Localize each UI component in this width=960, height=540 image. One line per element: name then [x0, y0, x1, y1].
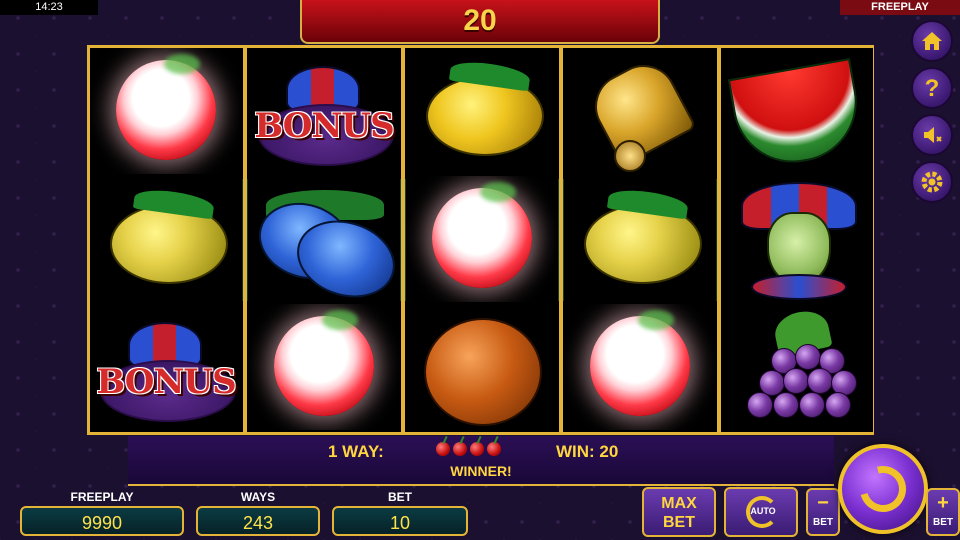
grape [799, 392, 825, 418]
ways-value: 243 [196, 506, 320, 536]
reel-5 [721, 48, 873, 432]
freeplay-label: FREEPLAY [70, 490, 134, 504]
bet-decrease-label: BET [813, 517, 833, 528]
cherry-icon [436, 442, 450, 456]
orange-icon [424, 318, 542, 426]
reel-2: BONUS [248, 48, 400, 432]
lemon-icon [584, 204, 702, 284]
cherry-glow-icon [590, 316, 690, 416]
lemon-icon [426, 76, 544, 156]
joker-icon [737, 182, 857, 300]
reel-divider [401, 48, 405, 432]
spin-button[interactable] [838, 444, 928, 534]
bell-clapper [614, 140, 646, 172]
reel-1: BONUS [90, 48, 242, 432]
home-button[interactable] [911, 20, 953, 62]
freeplay-balance: 9990 [20, 506, 184, 536]
bet-label: BET [388, 490, 412, 504]
ways-won-label: 1 WAY: [328, 442, 384, 461]
cherry-icon [487, 442, 501, 456]
grape [825, 392, 851, 418]
reel-grid: BONUS BONUS [87, 45, 874, 435]
grape [773, 392, 799, 418]
symbol-cherry-glow [248, 304, 400, 430]
cherry-icon [453, 442, 467, 456]
win-info-bar: 1 WAY: WIN: 20 WINNER! [128, 436, 834, 486]
cherry-glow-icon [116, 60, 216, 160]
reel-4 [564, 48, 716, 432]
sound-muted-icon [924, 127, 942, 143]
symbol-grapes [721, 304, 873, 430]
cherry-icon [470, 442, 484, 456]
bet-increase-button[interactable]: + BET [926, 488, 960, 536]
bet-increase-label: BET [933, 517, 953, 528]
top-win-display: 20 [300, 0, 660, 44]
winning-symbols [436, 442, 504, 462]
reel-3 [406, 48, 558, 432]
mode-badge: FREEPLAY [840, 0, 960, 15]
bet-value: 10 [332, 506, 468, 536]
bonus-text: BONUS [96, 362, 236, 402]
symbol-orange [406, 304, 558, 430]
reel-divider [243, 48, 247, 432]
top-win-value: 20 [463, 4, 497, 37]
bonus-icon: BONUS [96, 322, 237, 422]
grape [783, 368, 809, 394]
spin-icon [851, 457, 915, 521]
symbol-lemon [564, 176, 716, 302]
auto-spin-button[interactable]: AUTO [724, 487, 798, 537]
symbol-bell [564, 48, 716, 174]
bonus-text: BONUS [254, 106, 394, 146]
lemon-icon [110, 204, 228, 284]
watermelon-icon [727, 57, 867, 173]
symbol-cherry-glow [564, 304, 716, 430]
grapes-icon [741, 306, 861, 422]
symbol-lemon [90, 176, 242, 302]
cherry-glow-icon [432, 188, 532, 288]
max-bet-button[interactable]: MAX BET [642, 487, 716, 537]
sound-button[interactable] [911, 114, 953, 156]
max-bet-label-1: MAX [661, 495, 697, 512]
grape [747, 392, 773, 418]
help-button[interactable]: ? [911, 67, 953, 109]
win-amount-label: WIN: 20 [556, 442, 619, 461]
minus-icon: − [817, 492, 829, 514]
symbol-joker [721, 176, 873, 302]
symbol-bonus: BONUS [248, 48, 400, 174]
grape [795, 344, 821, 370]
clock: 14:23 [0, 0, 98, 15]
symbol-watermelon [721, 48, 873, 174]
ways-label: WAYS [240, 490, 276, 504]
auto-label: AUTO [750, 506, 776, 516]
reel-divider [559, 48, 563, 432]
grape [807, 368, 833, 394]
max-bet-label-2: BET [663, 514, 695, 531]
symbol-lemon [406, 48, 558, 174]
help-icon: ? [924, 75, 940, 102]
symbol-cherry-glow [90, 48, 242, 174]
joker-collar [751, 274, 847, 300]
symbol-plum [248, 176, 400, 302]
settings-button[interactable] [911, 161, 953, 203]
symbol-cherry-glow [406, 176, 558, 302]
symbol-bonus: BONUS [90, 304, 242, 430]
cherry-glow-icon [274, 316, 374, 416]
winner-label: WINNER! [450, 463, 512, 479]
plus-icon: + [937, 492, 949, 514]
bonus-icon: BONUS [254, 66, 395, 166]
gear-icon [921, 171, 943, 193]
bet-decrease-button[interactable]: − BET [806, 488, 840, 536]
home-icon [922, 32, 942, 50]
